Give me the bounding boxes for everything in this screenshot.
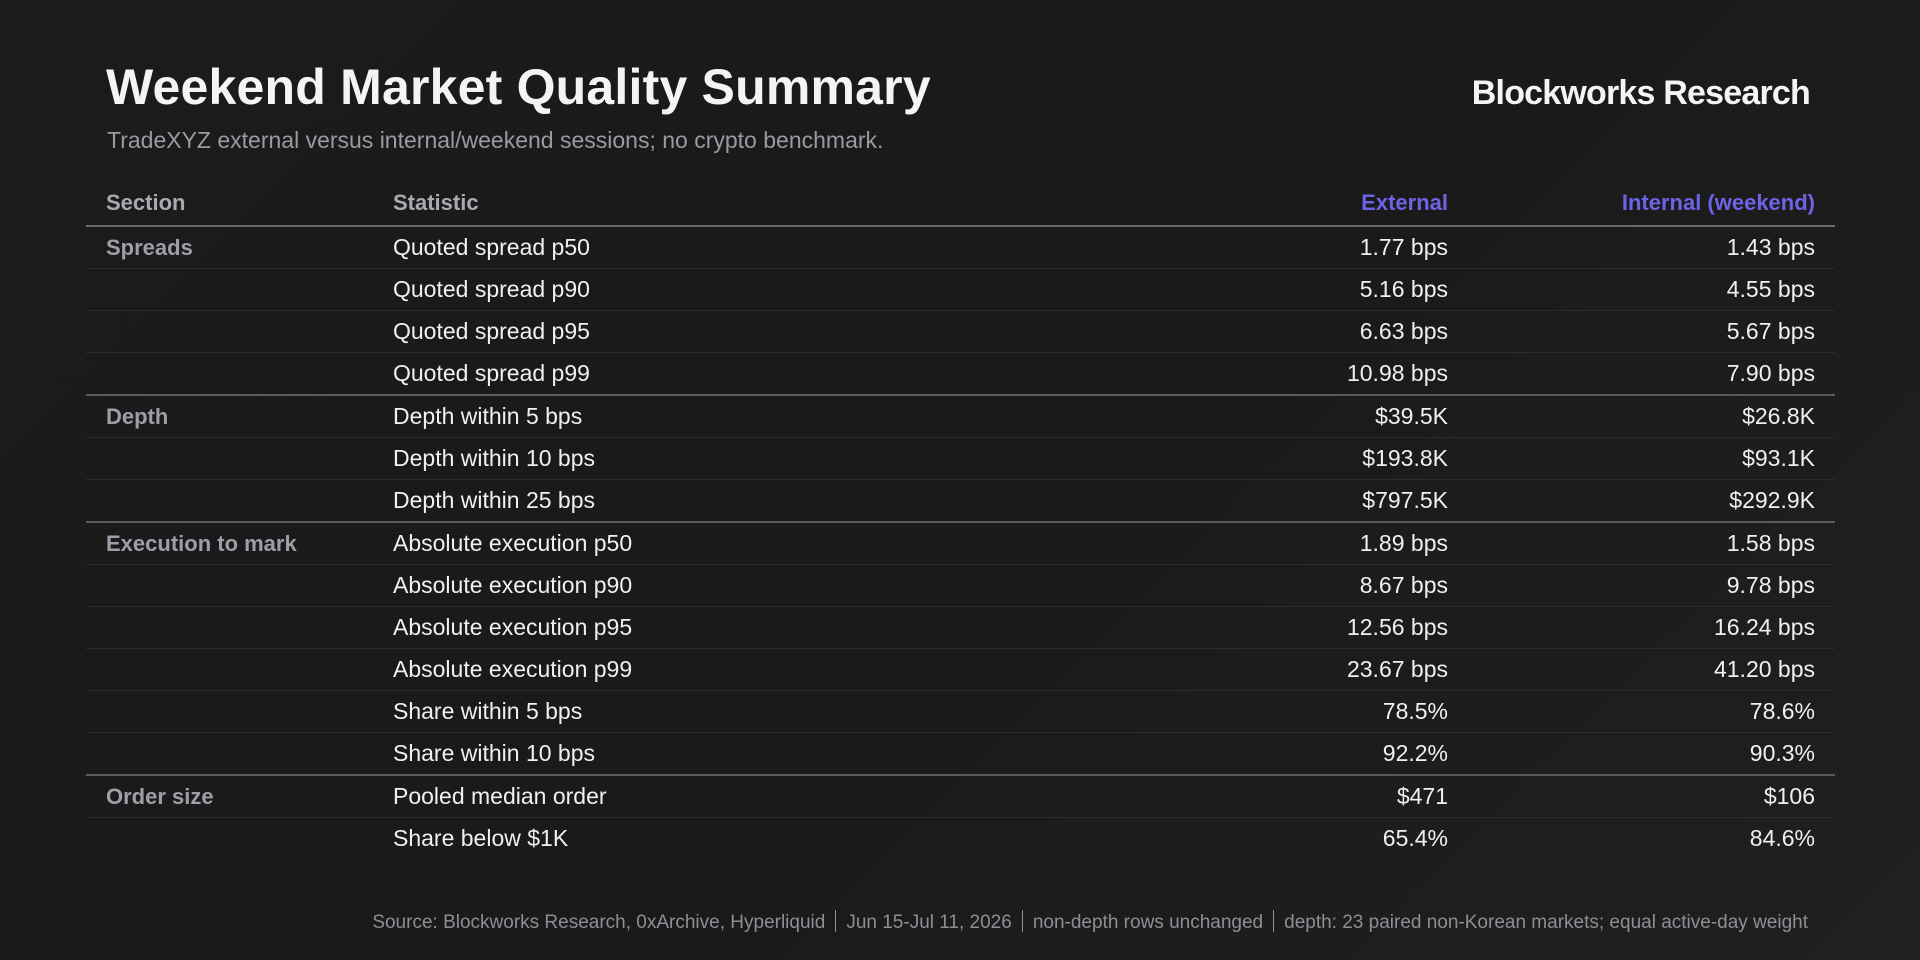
internal-value: 1.43 bps — [1468, 226, 1835, 269]
external-value: 1.89 bps — [1133, 522, 1468, 565]
table-row: Share below $1K 65.4% 84.6% — [86, 818, 1835, 860]
source-footer: Source: Blockworks Research, 0xArchive, … — [372, 910, 1808, 934]
internal-value: $93.1K — [1468, 437, 1835, 480]
page-title: Weekend Market Quality Summary — [106, 59, 931, 115]
external-value: 12.56 bps — [1133, 606, 1468, 649]
external-value: $471 — [1133, 775, 1468, 818]
column-header-section: Section — [86, 180, 373, 227]
table-row: Quoted spread p95 6.63 bps 5.67 bps — [86, 310, 1835, 353]
statistic-cell: Pooled median order — [373, 775, 1133, 818]
table-row: Order size Pooled median order $471 $106 — [86, 775, 1835, 818]
section-cell — [86, 648, 373, 691]
column-header-external: External — [1133, 180, 1468, 227]
table-row: Absolute execution p90 8.67 bps 9.78 bps — [86, 564, 1835, 607]
section-cell: Order size — [86, 775, 373, 818]
table-row: Absolute execution p99 23.67 bps 41.20 bps — [86, 648, 1835, 691]
section-cell — [86, 310, 373, 353]
footer-divider — [1273, 910, 1275, 932]
internal-value: 16.24 bps — [1468, 606, 1835, 649]
footer-depth-note: depth: 23 paired non-Korean markets; equ… — [1284, 912, 1808, 933]
statistic-cell: Absolute execution p50 — [373, 522, 1133, 565]
internal-value: 7.90 bps — [1468, 352, 1835, 396]
statistic-cell: Share within 5 bps — [373, 690, 1133, 733]
header-row: Section Statistic External Internal (wee… — [86, 180, 1835, 227]
internal-value: $26.8K — [1468, 395, 1835, 438]
statistic-cell: Absolute execution p99 — [373, 648, 1133, 691]
section-cell — [86, 690, 373, 733]
statistic-cell: Depth within 10 bps — [373, 437, 1133, 480]
internal-value: 78.6% — [1468, 690, 1835, 733]
section-cell — [86, 268, 373, 311]
footer-note: non-depth rows unchanged — [1032, 912, 1264, 933]
statistic-cell: Absolute execution p90 — [373, 564, 1133, 607]
table-row: Absolute execution p95 12.56 bps 16.24 bps — [86, 606, 1835, 649]
internal-value: $292.9K — [1468, 479, 1835, 523]
external-value: 78.5% — [1133, 690, 1468, 733]
footer-date-range: Jun 15-Jul 11, 2026 — [846, 912, 1012, 933]
table-row: Quoted spread p90 5.16 bps 4.55 bps — [86, 268, 1835, 311]
section-cell — [86, 352, 373, 396]
internal-value: 90.3% — [1468, 732, 1835, 776]
external-value: 92.2% — [1133, 732, 1468, 776]
table-row: Share within 5 bps 78.5% 78.6% — [86, 690, 1835, 733]
section-cell — [86, 818, 373, 860]
section-cell — [86, 564, 373, 607]
internal-value: 84.6% — [1749, 825, 1815, 851]
external-value: 1.77 bps — [1133, 226, 1468, 269]
external-value: 5.16 bps — [1133, 268, 1468, 311]
external-value: 10.98 bps — [1133, 352, 1468, 396]
internal-value: 1.58 bps — [1468, 522, 1835, 565]
statistic-cell: Share within 10 bps — [373, 732, 1133, 776]
section-cell — [86, 437, 373, 480]
table-row: Share within 10 bps 92.2% 90.3% — [86, 732, 1835, 776]
external-value: $193.8K — [1133, 437, 1468, 480]
table-row: Depth within 25 bps $797.5K $292.9K — [86, 479, 1835, 523]
internal-value: $106 — [1468, 775, 1835, 818]
external-value: 8.67 bps — [1133, 564, 1468, 607]
section-cell: Execution to mark — [86, 522, 373, 565]
statistic-cell: Share below $1K — [393, 825, 569, 851]
internal-value: 5.67 bps — [1468, 310, 1835, 353]
statistic-cell: Depth within 25 bps — [373, 479, 1133, 523]
footer-source: Source: Blockworks Research, 0xArchive, … — [372, 912, 826, 933]
footer-divider — [1021, 910, 1023, 932]
external-value: $797.5K — [1133, 479, 1468, 523]
statistic-cell: Quoted spread p99 — [373, 352, 1133, 396]
external-value: 6.63 bps — [1133, 310, 1468, 353]
internal-value: 9.78 bps — [1468, 564, 1835, 607]
section-cell: Spreads — [86, 226, 373, 269]
column-header-statistic: Statistic — [373, 180, 1133, 227]
external-value: 65.4% — [1382, 825, 1448, 851]
footer-divider — [835, 910, 837, 932]
statistic-cell: Depth within 5 bps — [373, 395, 1133, 438]
statistic-cell: Quoted spread p90 — [373, 268, 1133, 311]
section-cell — [86, 732, 373, 776]
brand-logo: Blockworks Research — [1471, 74, 1811, 112]
table-row: Depth within 10 bps $193.8K $93.1K — [86, 437, 1835, 480]
table-row: Spreads Quoted spread p50 1.77 bps 1.43 bps — [86, 226, 1835, 269]
table-row: Quoted spread p99 10.98 bps 7.90 bps — [86, 352, 1835, 396]
internal-value: 41.20 bps — [1468, 648, 1835, 691]
table-row: Depth Depth within 5 bps $39.5K $26.8K — [86, 395, 1835, 438]
table-row: Execution to mark Absolute execution p50 1… — [86, 522, 1835, 565]
external-value: 23.67 bps — [1133, 648, 1468, 691]
statistic-cell: Quoted spread p50 — [373, 226, 1133, 269]
section-cell — [86, 606, 373, 649]
statistic-cell: Quoted spread p95 — [373, 310, 1133, 353]
column-header-internal: Internal (weekend) — [1468, 180, 1835, 227]
external-value: $39.5K — [1133, 395, 1468, 438]
page-subtitle: TradeXYZ external versus internal/weeken… — [107, 127, 884, 153]
section-cell — [86, 479, 373, 523]
section-cell: Depth — [86, 395, 373, 438]
statistic-cell: Absolute execution p95 — [373, 606, 1133, 649]
internal-value: 4.55 bps — [1468, 268, 1835, 311]
report-page: Weekend Market Quality Summary TradeXYZ … — [0, 0, 1920, 960]
summary-table: Section Statistic External Internal (wee… — [86, 180, 1835, 859]
table-body: Spreads Quoted spread p50 1.77 bps 1.43 bps… — [86, 226, 1835, 859]
table-header: Section Statistic External Internal (wee… — [86, 180, 1835, 227]
